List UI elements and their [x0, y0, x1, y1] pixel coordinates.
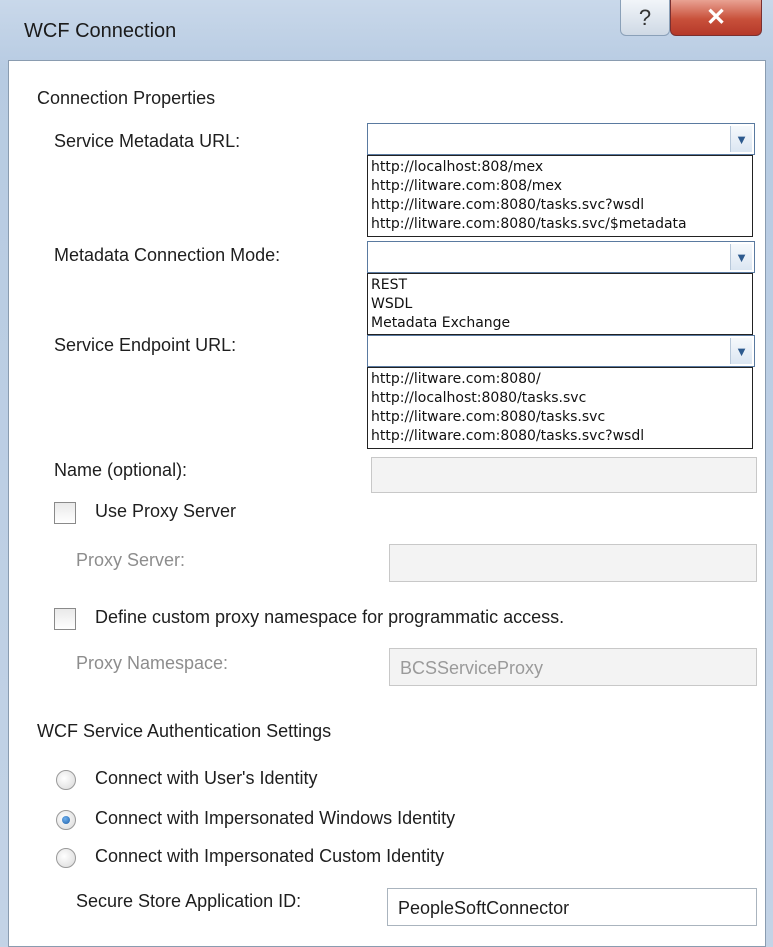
- use-proxy-server-checkbox[interactable]: [54, 502, 76, 524]
- proxy-namespace-field[interactable]: BCSServiceProxy: [389, 648, 757, 686]
- radio-impersonated-windows-identity-label: Connect with Impersonated Windows Identi…: [95, 808, 456, 828]
- dropdown-option[interactable]: http://litware.com:808/mex: [371, 177, 752, 196]
- radio-users-identity-label: Connect with User's Identity: [95, 768, 318, 788]
- chevron-down-icon[interactable]: ▼: [730, 126, 752, 152]
- dropdown-option[interactable]: http://localhost:8080/tasks.svc: [371, 389, 752, 408]
- dialog-body: Connection Properties Service Metadata U…: [8, 60, 766, 947]
- help-icon: ?: [638, 4, 652, 30]
- close-button[interactable]: ✕: [670, 0, 762, 36]
- service-endpoint-url-dropdown: http://litware.com:8080/ http://localhos…: [367, 367, 753, 449]
- secure-store-application-id-label: Secure Store Application ID:: [76, 891, 302, 911]
- metadata-connection-mode-dropdown: REST WSDL Metadata Exchange: [367, 273, 753, 335]
- connection-properties-heading: Connection Properties: [37, 88, 216, 108]
- dropdown-option[interactable]: http://litware.com:8080/: [371, 370, 752, 389]
- metadata-connection-mode-label: Metadata Connection Mode:: [54, 245, 281, 265]
- name-optional-label: Name (optional):: [54, 460, 188, 480]
- name-optional-field[interactable]: [371, 457, 757, 493]
- dropdown-option[interactable]: http://litware.com:8080/tasks.svc: [371, 408, 752, 427]
- dropdown-option[interactable]: http://localhost:808/mex: [371, 158, 752, 177]
- dropdown-option[interactable]: REST: [371, 276, 752, 295]
- service-metadata-url-combo[interactable]: ▼: [367, 123, 755, 155]
- secure-store-application-id-field[interactable]: PeopleSoftConnector: [387, 888, 757, 926]
- proxy-server-label: Proxy Server:: [76, 550, 186, 570]
- secure-store-application-id-value: PeopleSoftConnector: [398, 898, 570, 918]
- radio-impersonated-custom-identity[interactable]: [56, 848, 76, 868]
- chevron-down-icon[interactable]: ▼: [730, 338, 752, 364]
- service-metadata-url-dropdown: http://localhost:808/mex http://litware.…: [367, 155, 753, 237]
- custom-proxy-namespace-checkbox[interactable]: [54, 608, 76, 630]
- dropdown-option[interactable]: http://litware.com:8080/tasks.svc/$metad…: [371, 215, 752, 234]
- custom-proxy-namespace-label: Define custom proxy namespace for progra…: [95, 607, 565, 627]
- proxy-namespace-label: Proxy Namespace:: [76, 653, 229, 673]
- proxy-server-field[interactable]: [389, 544, 757, 582]
- radio-impersonated-windows-identity[interactable]: [56, 810, 76, 830]
- metadata-connection-mode-combo[interactable]: ▼: [367, 241, 755, 273]
- chevron-down-icon[interactable]: ▼: [730, 244, 752, 270]
- radio-users-identity[interactable]: [56, 770, 76, 790]
- dropdown-option[interactable]: WSDL: [371, 295, 752, 314]
- title-bar: WCF Connection ? ✕: [0, 0, 773, 60]
- window-title: WCF Connection: [24, 20, 177, 42]
- dropdown-option[interactable]: http://litware.com:8080/tasks.svc?wsdl: [371, 196, 752, 215]
- use-proxy-server-label: Use Proxy Server: [95, 501, 237, 521]
- dropdown-option[interactable]: http://litware.com:8080/tasks.svc?wsdl: [371, 427, 752, 446]
- service-endpoint-url-combo[interactable]: ▼: [367, 335, 755, 367]
- proxy-namespace-value: BCSServiceProxy: [400, 658, 544, 678]
- service-endpoint-url-label: Service Endpoint URL:: [54, 335, 237, 355]
- close-icon: ✕: [705, 4, 727, 31]
- authentication-settings-heading: WCF Service Authentication Settings: [37, 721, 332, 741]
- help-button[interactable]: ?: [620, 0, 670, 36]
- service-metadata-url-label: Service Metadata URL:: [54, 131, 241, 151]
- wcf-connection-dialog: WCF Connection ? ✕ Connection Properties…: [0, 0, 773, 947]
- dropdown-option[interactable]: Metadata Exchange: [371, 314, 752, 333]
- radio-impersonated-custom-identity-label: Connect with Impersonated Custom Identit…: [95, 846, 445, 866]
